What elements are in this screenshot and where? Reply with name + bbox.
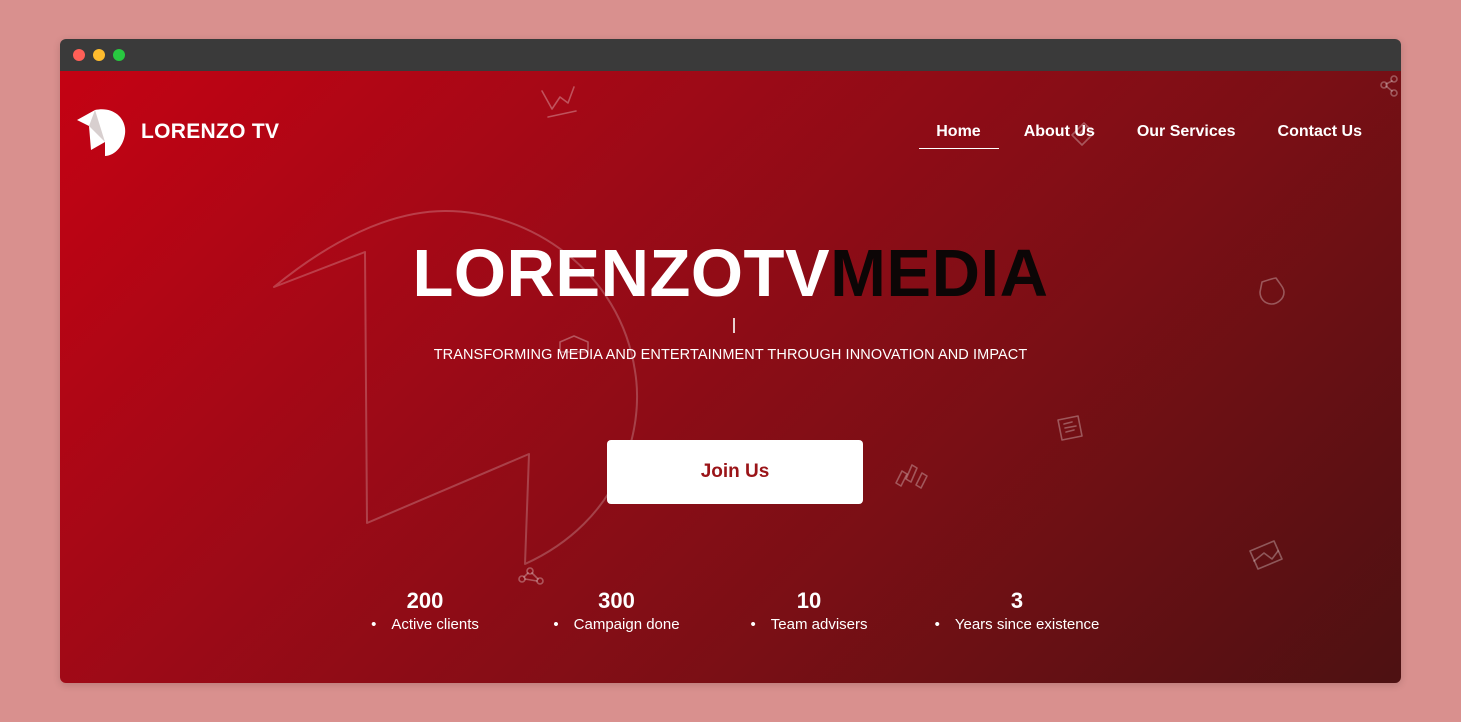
close-window-button[interactable] (73, 49, 85, 61)
chart-line-icon (541, 86, 577, 118)
share-nodes-icon (518, 567, 544, 585)
stat-label: Years since existence (928, 615, 1106, 635)
stat-years-since-existence: 3 Years since existence (928, 588, 1106, 635)
stat-team-advisers: 10 Team advisers (745, 588, 873, 635)
envelope-icon (1249, 540, 1283, 570)
hero-tagline: TRANSFORMING MEDIA AND ENTERTAINMENT THR… (433, 347, 1028, 363)
typing-cursor (733, 318, 735, 333)
headline-dark-text: MEDIA (830, 236, 1049, 311)
brand-logo[interactable]: LORENZO TV (75, 106, 279, 158)
bar-chart-icon (895, 464, 928, 489)
hero-headline: LORENZOTVMEDIA (60, 237, 1401, 311)
join-us-button[interactable]: Join Us (607, 440, 863, 504)
nav-item-contact-us[interactable]: Contact Us (1257, 121, 1401, 151)
headline-light-text: LORENZOTV (412, 236, 831, 311)
brand-name: LORENZO TV (141, 120, 280, 143)
stat-value: 3 (1010, 588, 1024, 613)
stats-row: 200 Active clients 300 Campaign done 10 … (60, 588, 1401, 648)
browser-window: LORENZO TV Home About Us Our Services Co… (60, 39, 1401, 683)
minimize-window-button[interactable] (93, 49, 105, 61)
stat-label: Active clients (365, 615, 485, 635)
main-nav: Home About Us Our Services Contact Us (919, 121, 1401, 151)
stat-value: 10 (796, 588, 822, 613)
share-nodes-icon (1380, 75, 1398, 97)
stat-label: Campaign done (544, 615, 689, 635)
nav-item-our-services[interactable]: Our Services (1116, 121, 1257, 151)
stat-campaign-done: 300 Campaign done (544, 588, 689, 635)
maximize-window-button[interactable] (113, 49, 125, 61)
stat-active-clients: 200 Active clients (365, 588, 485, 635)
newspaper-icon (1057, 415, 1083, 441)
window-titlebar (60, 39, 1401, 71)
stat-label: Team advisers (745, 615, 873, 635)
lorenzo-flag-logo-icon (77, 109, 126, 156)
nav-item-home[interactable]: Home (919, 121, 1000, 151)
stat-value: 300 (598, 588, 635, 613)
hero-section: LORENZO TV Home About Us Our Services Co… (60, 71, 1401, 683)
nav-item-about-us[interactable]: About Us (1003, 121, 1116, 151)
stat-value: 200 (406, 588, 444, 613)
